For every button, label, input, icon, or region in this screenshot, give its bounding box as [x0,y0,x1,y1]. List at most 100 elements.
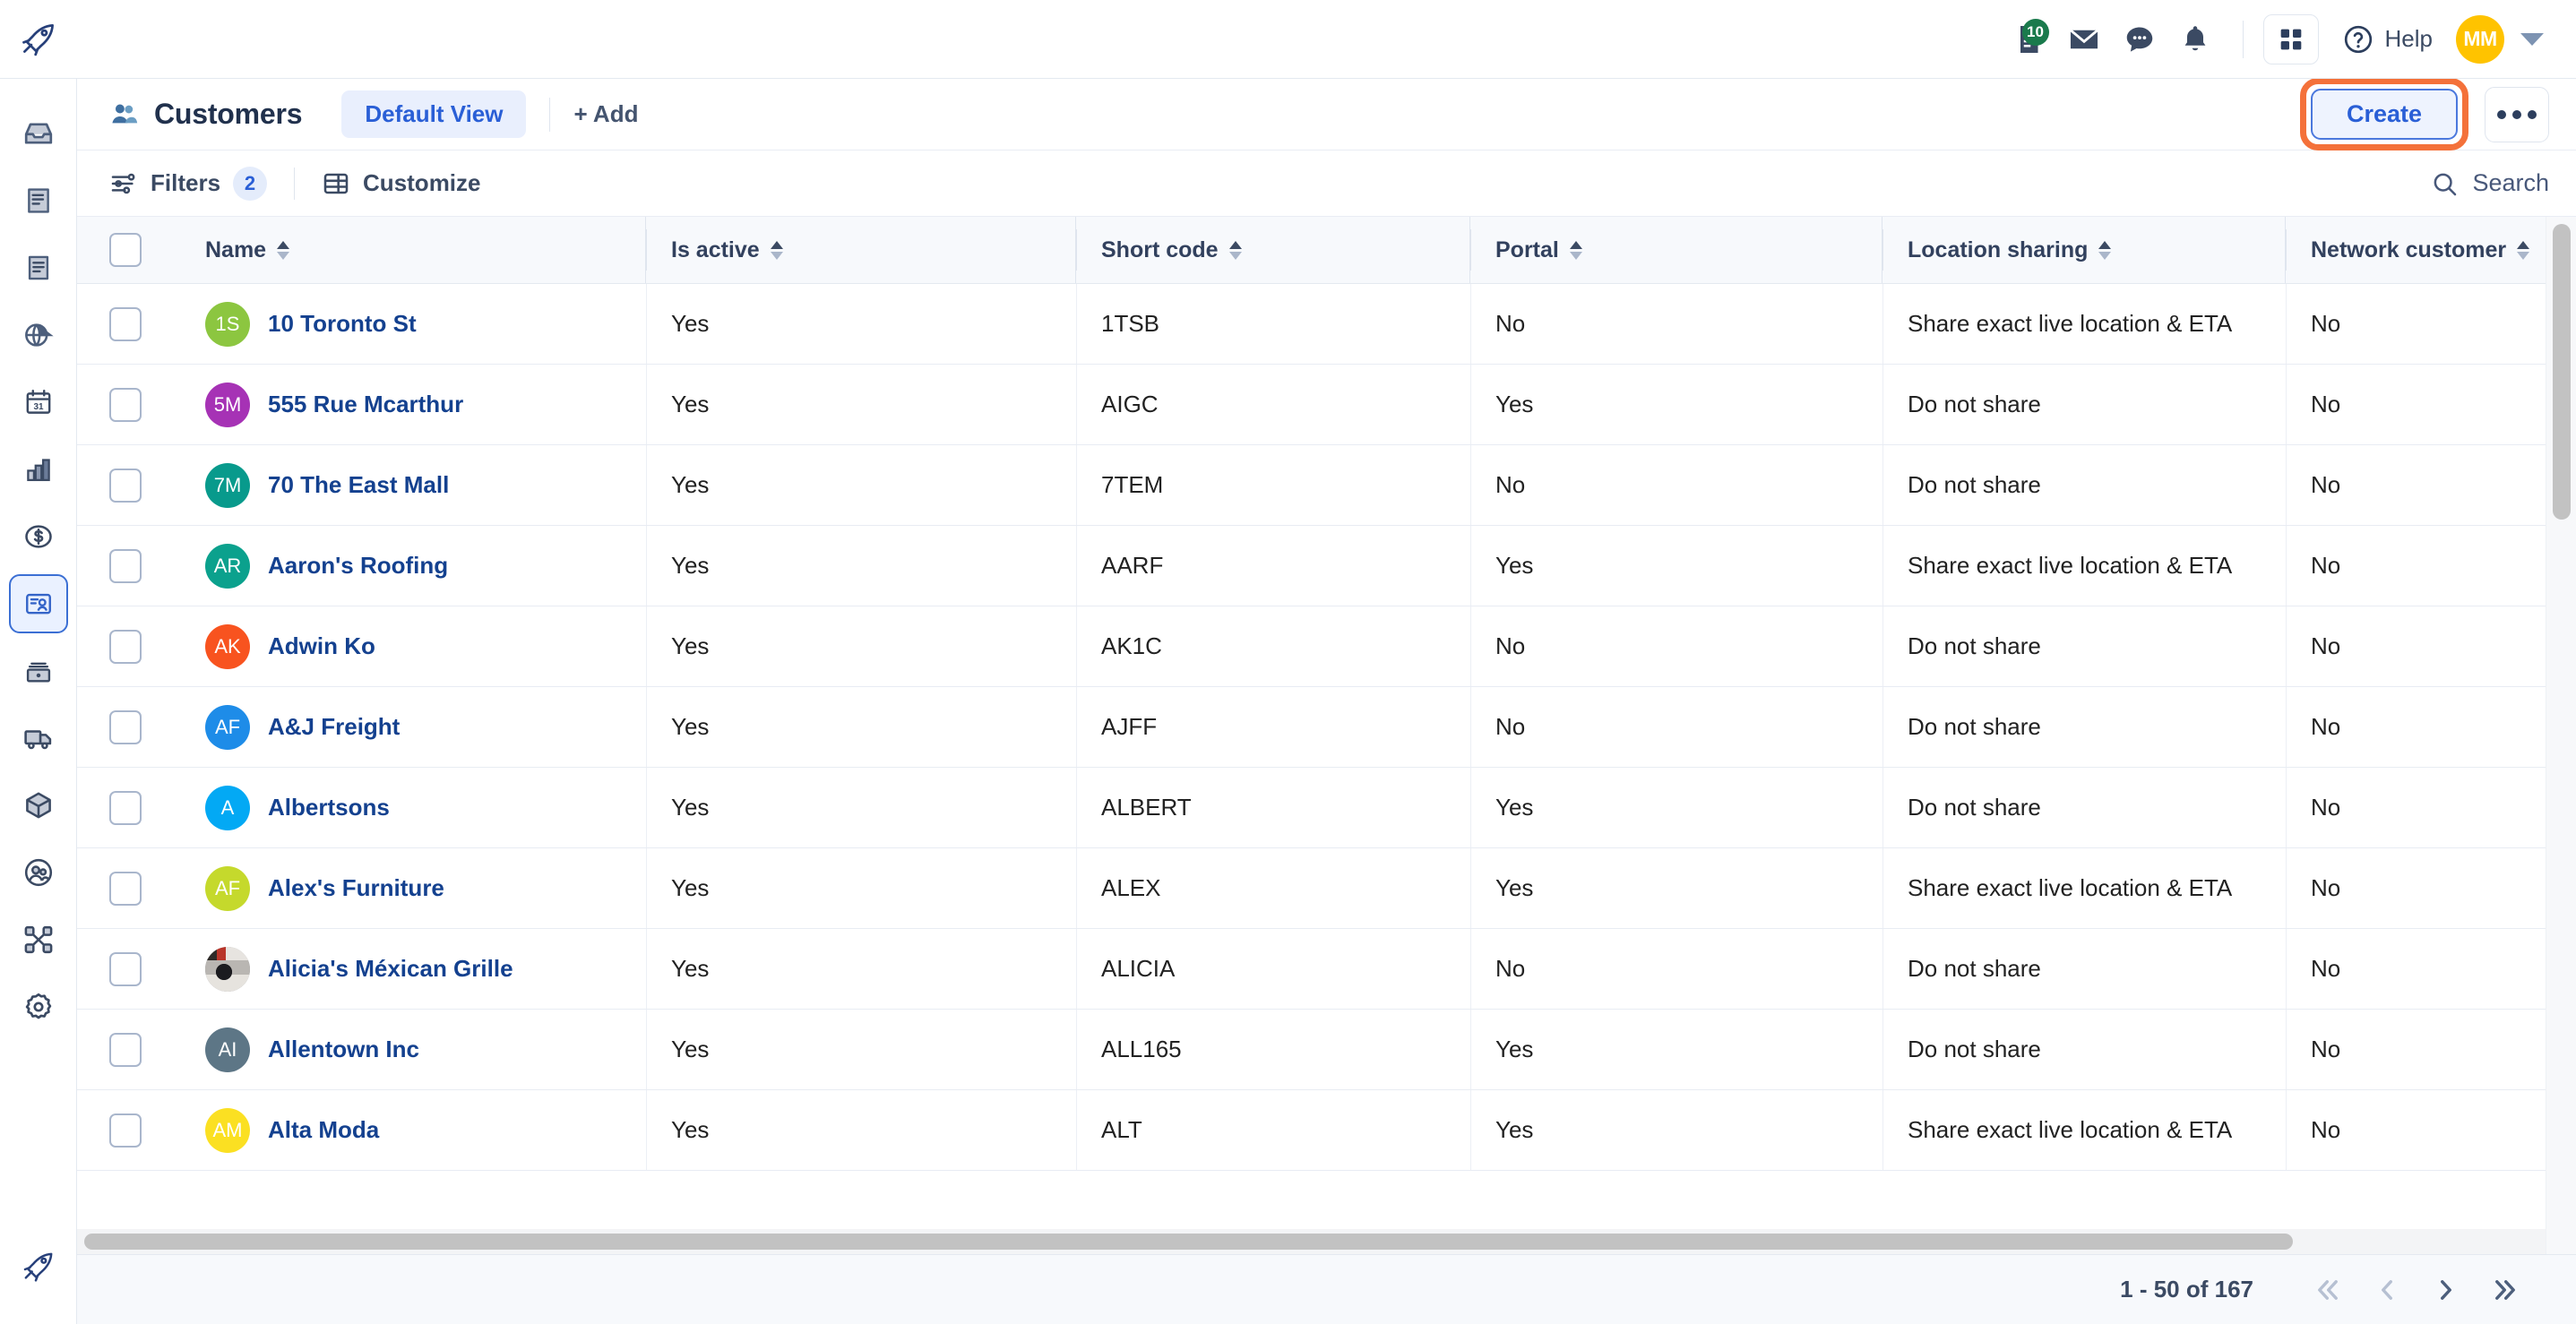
sidebar-item-team[interactable] [9,843,68,902]
short-code-cell: ALL165 [1076,1009,1470,1090]
customer-name-link[interactable]: Alicia's Méxican Grille [268,955,513,983]
column-header-network-customer[interactable]: Network customer [2285,217,2576,284]
table-row[interactable]: Alicia's Méxican Grille Yes ALICIA No Do not… [77,928,2576,1010]
row-checkbox[interactable] [109,871,142,906]
sort-icon[interactable] [1569,240,1582,260]
sort-icon[interactable] [770,240,783,260]
sort-icon[interactable] [1228,240,1242,260]
select-all-checkbox[interactable] [109,233,142,267]
customer-name-link[interactable]: 555 Rue Mcarthur [268,391,463,418]
mail-envelope-icon[interactable] [2056,12,2112,67]
column-header-is-active[interactable]: Is active [645,217,1076,284]
customize-label: Customize [363,169,481,196]
tab-default-view[interactable]: Default View [341,90,527,138]
sidebar-item-documents[interactable] [9,171,68,230]
sort-icon[interactable] [2517,240,2530,260]
row-checkbox[interactable] [109,468,142,503]
chevron-down-icon[interactable] [2520,32,2544,46]
sort-icon[interactable] [2098,240,2112,260]
customer-name-link[interactable]: Adwin Ko [268,632,375,660]
cell-value: ALBERT [1101,794,1192,821]
table-row[interactable]: 1S 10 Toronto St Yes 1TSB No Share exact live… [77,283,2576,365]
create-button[interactable]: Create [2310,89,2458,140]
table-row[interactable]: AM Alta Moda Yes ALT Yes Share exact live loc… [77,1089,2576,1171]
ellipsis-icon[interactable] [2485,86,2549,142]
row-checkbox[interactable] [109,790,142,825]
customer-name-cell: 5M 555 Rue Mcarthur [180,364,646,445]
row-checkbox[interactable] [109,548,142,583]
customer-name-link[interactable]: Alex's Furniture [268,874,444,902]
sidebar-item-reports[interactable] [9,440,68,499]
search-button[interactable]: Search [2430,169,2549,198]
column-header-location-sharing[interactable]: Location sharing [1882,217,2286,284]
chat-bubble-icon[interactable] [2112,12,2167,67]
bell-notification-icon[interactable] [2167,12,2223,67]
document-notes-icon[interactable]: 10 [2001,12,2056,67]
table-row[interactable]: A Albertsons Yes ALBERT Yes Do not share No [77,767,2576,848]
column-header-portal[interactable]: Portal [1469,217,1882,284]
row-checkbox[interactable] [109,387,142,422]
sidebar-item-calendar[interactable]: 31 [9,373,68,432]
inbox-icon [22,117,55,150]
toolbar-divider [294,167,296,200]
vertical-scrollbar-thumb[interactable] [2553,224,2571,520]
table-row[interactable]: AI Allentown Inc Yes ALL165 Yes Do not share N… [77,1009,2576,1090]
sidebar-item-inventory[interactable] [9,641,68,701]
cell-value: AK1C [1101,632,1162,659]
add-view-button[interactable]: + Add [573,100,638,128]
customer-name-cell: AF A&J Freight [180,686,646,768]
customer-name-link[interactable]: A&J Freight [268,713,400,741]
horizontal-scrollbar-thumb[interactable] [84,1234,2293,1250]
avatar[interactable]: MM [2456,14,2504,64]
sidebar-item-orders[interactable] [9,238,68,297]
column-header-short-code[interactable]: Short code [1075,217,1470,284]
customer-name-link[interactable]: Albertsons [268,794,390,821]
row-checkbox[interactable] [109,1113,142,1148]
next-page-button[interactable] [2417,1260,2476,1320]
row-checkbox[interactable] [109,709,142,744]
short-code-cell: 7TEM [1076,444,1470,526]
sidebar-item-launch[interactable] [9,1237,68,1296]
row-checkbox[interactable] [109,951,142,986]
row-checkbox[interactable] [109,629,142,664]
customer-name-cell: AF Alex's Furniture [180,847,646,929]
cell-value: No [2311,310,2341,337]
row-checkbox[interactable] [109,306,142,341]
cell-value: Share exact live location & ETA [1908,552,2233,579]
table-row[interactable]: AR Aaron's Roofing Yes AARF Yes Share exact l… [77,525,2576,606]
sidebar-item-dispatch[interactable] [9,709,68,768]
table-row[interactable]: 7M 70 The East Mall Yes 7TEM No Do not share N… [77,444,2576,526]
column-label: Short code [1101,236,1219,262]
table-row[interactable]: AF A&J Freight Yes AJFF No Do not share No [77,686,2576,768]
vertical-scrollbar[interactable] [2546,217,2576,1254]
previous-page-button[interactable] [2357,1260,2417,1320]
sort-icon[interactable] [277,240,290,260]
customer-name-link[interactable]: Aaron's Roofing [268,552,448,580]
sidebar-item-network[interactable] [9,910,68,969]
table-row[interactable]: 5M 555 Rue Mcarthur Yes AIGC Yes Do not share… [77,364,2576,445]
filters-button[interactable]: Filters 2 [109,166,268,201]
column-header-name[interactable]: Name [180,217,646,284]
customer-name-link[interactable]: 70 The East Mall [268,471,449,499]
app-logo[interactable] [0,20,77,59]
customer-name-link[interactable]: Alta Moda [268,1116,379,1144]
sidebar-item-packages[interactable] [9,776,68,835]
sidebar-item-inbox[interactable] [9,104,68,163]
table-row[interactable]: AK Adwin Ko Yes AK1C No Do not share No [77,606,2576,687]
sidebar-item-customers[interactable] [8,574,68,633]
apps-grid-icon[interactable] [2262,13,2319,64]
row-checkbox[interactable] [109,1032,142,1067]
table-row[interactable]: AF Alex's Furniture Yes ALEX Yes Share exact … [77,847,2576,929]
horizontal-scrollbar[interactable] [77,1229,2546,1254]
customize-button[interactable]: Customize [322,169,481,198]
sidebar-item-settings[interactable] [9,977,68,1036]
help-button[interactable]: Help [2342,23,2433,56]
sidebar-item-billing[interactable] [9,507,68,566]
row-select-cell [77,928,180,1010]
row-select-cell [77,767,180,848]
customer-name-link[interactable]: Allentown Inc [268,1036,419,1063]
last-page-button[interactable] [2476,1260,2535,1320]
first-page-button[interactable] [2298,1260,2357,1320]
sidebar-item-analytics-globe[interactable] [9,305,68,365]
customer-name-link[interactable]: 10 Toronto St [268,310,417,338]
